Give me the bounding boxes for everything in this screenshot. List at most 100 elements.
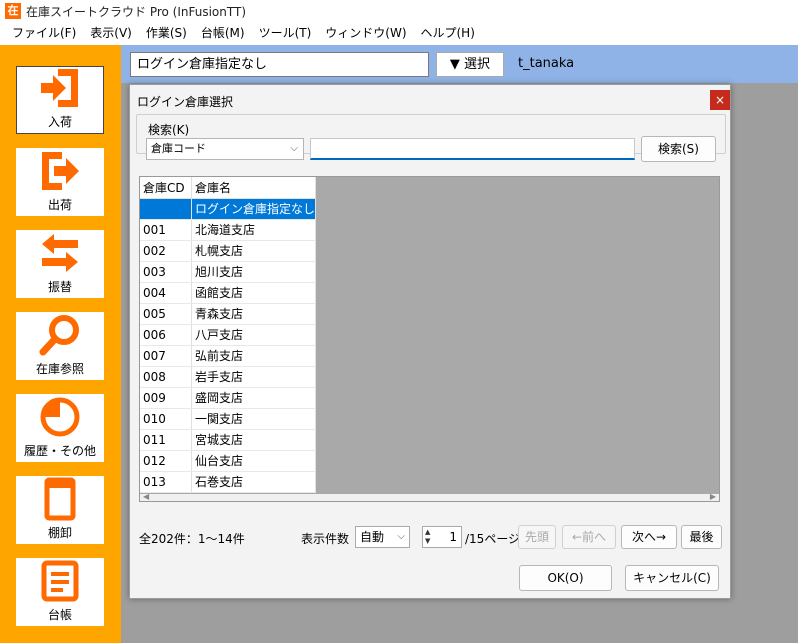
warehouse-code-cell: 006	[140, 324, 192, 346]
table-row[interactable]: 005 青森支店	[140, 303, 317, 325]
sidebar-label: 履歴・その他	[23, 444, 96, 458]
warehouse-code-cell: 012	[140, 450, 192, 472]
title-bar: 在 在庫スイートクラウド Pro (InFusionTT)	[0, 0, 798, 22]
menu-help[interactable]: ヘルプ(H)	[414, 22, 482, 45]
sidebar: 入荷 出荷 振替 在庫参照 履歴・その他 棚卸 台帳	[0, 45, 121, 643]
window-title: 在庫スイートクラウド Pro (InFusionTT)	[26, 4, 247, 19]
table-row[interactable]: 001 北海道支店	[140, 219, 317, 241]
table-row[interactable]: 007 弘前支店	[140, 345, 317, 367]
menu-work[interactable]: 作業(S)	[139, 22, 194, 45]
transfer-icon	[38, 231, 82, 275]
login-warehouse-bar: ログイン倉庫指定なし ▼ 選択 t_tanaka	[121, 45, 798, 83]
first-page-button[interactable]: 先頭	[518, 525, 556, 549]
sidebar-item-inbound[interactable]: 入荷	[16, 66, 104, 134]
page-number-spinner[interactable]: ▲ ▼ 1	[422, 526, 462, 548]
menu-file[interactable]: ファイル(F)	[0, 22, 83, 45]
table-header: 倉庫CD 倉庫名	[140, 177, 317, 199]
history-icon	[38, 395, 82, 439]
column-header-name[interactable]: 倉庫名	[191, 177, 317, 199]
table-row[interactable]: 013 石巻支店	[140, 471, 317, 493]
warehouse-name-cell: 一関支店	[191, 408, 317, 430]
inbound-icon	[38, 66, 82, 110]
warehouse-name-cell: 仙台支店	[191, 450, 317, 472]
table-row[interactable]: 006 八戸支店	[140, 324, 317, 346]
sidebar-item-ledger[interactable]: 台帳	[16, 558, 104, 626]
sidebar-item-stock-inquiry[interactable]: 在庫参照	[16, 312, 104, 380]
app-icon: 在	[5, 3, 21, 19]
stocktake-icon	[38, 477, 82, 521]
table-row[interactable]: 011 宮城支店	[140, 429, 317, 451]
warehouse-code-cell: 004	[140, 282, 192, 304]
table-row[interactable]: 004 函館支店	[140, 282, 317, 304]
warehouse-list: 倉庫CD 倉庫名 ログイン倉庫指定なし 001 北海道支店 002 札幌支店 003 旭川支…	[139, 176, 720, 502]
search-group-label: 検索(K)	[146, 121, 192, 138]
menu-ledger[interactable]: 台帳(M)	[194, 22, 252, 45]
ok-button[interactable]: OK(O)	[519, 565, 612, 591]
sidebar-item-history[interactable]: 履歴・その他	[16, 394, 104, 462]
select-warehouse-button[interactable]: ▼ 選択	[436, 52, 504, 77]
warehouse-name-cell: ログイン倉庫指定なし	[191, 198, 317, 220]
search-field-value: 倉庫コード	[151, 142, 206, 155]
scroll-right-icon[interactable]: ▶	[710, 492, 716, 501]
warehouse-code-cell: 005	[140, 303, 192, 325]
warehouse-code-cell: 007	[140, 345, 192, 367]
chevron-down-icon: ⌵	[397, 531, 405, 542]
page-size-value: 自動	[360, 530, 385, 544]
menu-window[interactable]: ウィンドウ(W)	[318, 22, 413, 45]
warehouse-name-cell: 盛岡支店	[191, 387, 317, 409]
next-page-button[interactable]: 次へ→	[621, 525, 677, 549]
sidebar-item-stocktake[interactable]: 棚卸	[16, 476, 104, 544]
menu-bar: ファイル(F) 表示(V) 作業(S) 台帳(M) ツール(T) ウィンドウ(W…	[0, 22, 798, 45]
close-button[interactable]: ×	[710, 90, 730, 110]
sidebar-item-transfer[interactable]: 振替	[16, 230, 104, 298]
table-row[interactable]: 010 一関支店	[140, 408, 317, 430]
table-row[interactable]: 008 岩手支店	[140, 366, 317, 388]
sidebar-label: 在庫参照	[35, 362, 84, 376]
table-row[interactable]: 009 盛岡支店	[140, 387, 317, 409]
horizontal-scrollbar[interactable]: ◀ ▶	[140, 492, 719, 501]
sidebar-label: 振替	[47, 280, 72, 294]
warehouse-name-cell: 八戸支店	[191, 324, 317, 346]
current-page: 1	[449, 530, 457, 544]
menu-view[interactable]: 表示(V)	[83, 22, 139, 45]
sidebar-label: 台帳	[47, 608, 72, 622]
spinner-arrows-icon[interactable]: ▲ ▼	[425, 528, 430, 546]
warehouse-code-cell: 013	[140, 471, 192, 493]
ledger-icon	[38, 559, 82, 603]
login-warehouse-field[interactable]: ログイン倉庫指定なし	[130, 52, 429, 77]
warehouse-code-cell: 001	[140, 219, 192, 241]
sidebar-label: 出荷	[47, 198, 72, 212]
sidebar-label: 棚卸	[47, 526, 72, 540]
record-count: 全202件：1～14件	[139, 532, 245, 546]
search-input[interactable]	[310, 138, 635, 160]
scroll-left-icon[interactable]: ◀	[143, 492, 149, 501]
warehouse-code-cell: 008	[140, 366, 192, 388]
dialog-title: ログイン倉庫選択	[137, 95, 234, 109]
cancel-button[interactable]: キャンセル(C)	[625, 565, 719, 591]
table-row[interactable]: 003 旭川支店	[140, 261, 317, 283]
search-field-dropdown[interactable]: 倉庫コード ⌵	[146, 138, 304, 160]
page-size-label: 表示件数	[301, 532, 350, 546]
prev-page-button[interactable]: ←前へ	[562, 525, 616, 549]
warehouse-table: 倉庫CD 倉庫名 ログイン倉庫指定なし 001 北海道支店 002 札幌支店 003 旭川支…	[140, 177, 317, 493]
sidebar-item-outbound[interactable]: 出荷	[16, 148, 104, 216]
search-button[interactable]: 検索(S)	[641, 136, 716, 162]
warehouse-code-cell: 010	[140, 408, 192, 430]
warehouse-name-cell: 石巻支店	[191, 471, 317, 493]
column-header-code[interactable]: 倉庫CD	[140, 177, 192, 199]
warehouse-code-cell: 011	[140, 429, 192, 451]
user-name: t_tanaka	[518, 56, 575, 71]
page-size-dropdown[interactable]: 自動 ⌵	[355, 526, 410, 548]
table-row[interactable]: 012 仙台支店	[140, 450, 317, 472]
warehouse-name-cell: 函館支店	[191, 282, 317, 304]
warehouse-name-cell: 宮城支店	[191, 429, 317, 451]
warehouse-code-cell: 003	[140, 261, 192, 283]
last-page-button[interactable]: 最後	[681, 525, 722, 549]
table-row[interactable]: ログイン倉庫指定なし	[140, 198, 317, 220]
warehouse-name-cell: 旭川支店	[191, 261, 317, 283]
sidebar-label: 入荷	[47, 115, 72, 129]
warehouse-name-cell: 青森支店	[191, 303, 317, 325]
search-icon	[38, 313, 82, 357]
menu-tools[interactable]: ツール(T)	[252, 22, 319, 45]
table-row[interactable]: 002 札幌支店	[140, 240, 317, 262]
